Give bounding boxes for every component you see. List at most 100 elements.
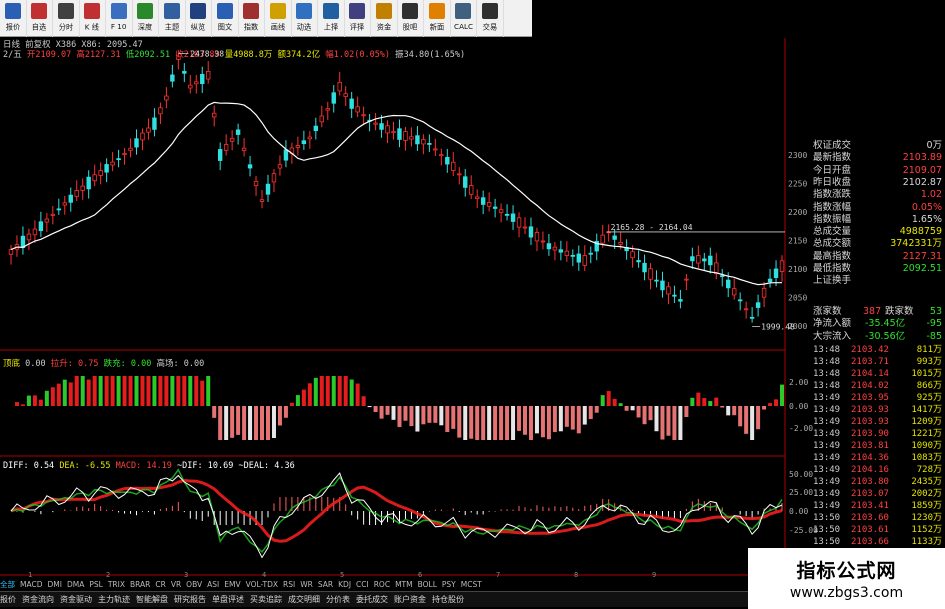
bottom-tab[interactable]: 智能解盘: [136, 594, 168, 605]
candle: [528, 217, 534, 245]
indicator-tab[interactable]: MTM: [395, 580, 413, 589]
sub1-bar: [732, 406, 737, 416]
sub1-bar: [62, 379, 67, 406]
indicator-tab[interactable]: BRAR: [130, 580, 150, 589]
indicator-tab[interactable]: TRIX: [108, 580, 125, 589]
tick-row: 13:48 2103.42 811万: [813, 344, 945, 356]
candle: [307, 130, 313, 149]
indicator-tab[interactable]: ROC: [374, 580, 390, 589]
candle: [343, 86, 348, 106]
indicator-tab[interactable]: ASI: [207, 580, 219, 589]
indicator-tab[interactable]: RSI: [283, 580, 295, 589]
bottom-tab[interactable]: 成交明细: [288, 594, 320, 605]
info-row: 总成交量 4988759: [813, 226, 945, 238]
candle: [534, 227, 540, 252]
candle: [672, 285, 677, 303]
tick-row: 13:49 2103.80 2435万: [813, 476, 945, 488]
candle: [122, 148, 127, 165]
candle: [361, 106, 366, 125]
candle: [397, 119, 402, 148]
macd-tick: 25.00: [789, 488, 813, 497]
indicator-tab[interactable]: OBV: [186, 580, 202, 589]
bottom-tab[interactable]: 报价: [0, 594, 16, 605]
indicator-tab[interactable]: CCI: [356, 580, 369, 589]
candle: [678, 289, 683, 309]
info-row: 上证换手: [813, 275, 945, 287]
sub1-bar: [343, 376, 348, 406]
candle: [259, 189, 265, 209]
sub1-bar: [44, 390, 49, 406]
macd-tick: 50.00: [789, 470, 813, 479]
breadth-updown-label2: 跌家数: [885, 305, 914, 317]
candle: [295, 136, 301, 156]
sub1-bar: [738, 406, 743, 427]
stock-chart[interactable]: 23002250220021502100205020002478.382165.…: [0, 0, 945, 609]
indicator-tab[interactable]: DMA: [67, 580, 84, 589]
candle: [217, 142, 223, 171]
candle: [576, 245, 581, 271]
bottom-function-tabs[interactable]: 报价 资金流向 资金驱动 主力轨迹 智能解盘 研究报告 单盘评述 买卖追踪 成交明细 分价表 委托成…: [0, 591, 760, 607]
tick-row: 13:48 2103.71 993万: [813, 356, 945, 368]
indicator-tab[interactable]: KDJ: [338, 580, 351, 589]
sub1-bar: [224, 406, 229, 440]
tick-time: 13:48: [813, 356, 841, 367]
sub1-bar: [499, 406, 504, 440]
indicator-tab[interactable]: WR: [300, 580, 313, 589]
sub1-bar: [487, 406, 492, 440]
sub1-bar: [678, 406, 683, 440]
breadth-updown: 涨家数 387 跌家数 53: [813, 306, 945, 318]
candle: [26, 228, 32, 251]
candle: [50, 205, 56, 225]
bottom-tab[interactable]: 研究报告: [174, 594, 206, 605]
indicator-tabs[interactable]: 全部 MACD DMI DMA PSL TRIX BRAR CR VR OBV ASI EMV VOL-…: [0, 579, 760, 590]
tick-volume: 1152万: [911, 524, 942, 535]
bottom-tab[interactable]: 买卖追踪: [250, 594, 282, 605]
indicator-tab[interactable]: 全部: [0, 580, 15, 589]
bottom-tab[interactable]: 账户资金: [394, 594, 426, 605]
indicator-tab[interactable]: MACD: [20, 580, 42, 589]
sub1-bar: [325, 376, 330, 406]
bottom-tab[interactable]: 资金流向: [22, 594, 54, 605]
info-value: 1.02: [920, 189, 942, 201]
sub1-bar: [409, 406, 414, 427]
watermark: 指标公式网 www.zbgs3.com: [748, 548, 945, 609]
indicator-tab[interactable]: CR: [155, 580, 165, 589]
indicator-tab[interactable]: VR: [171, 580, 181, 589]
sub1-bar: [708, 401, 713, 406]
bottom-tab[interactable]: 主力轨迹: [98, 594, 130, 605]
info-label: 最低指数: [813, 263, 852, 274]
sub1-bar: [720, 406, 725, 408]
candle: [271, 169, 277, 193]
tick-row: 13:49 2103.81 1090万: [813, 440, 945, 452]
sub1-bar: [433, 406, 438, 423]
sub1-bar: [648, 406, 653, 421]
info-row: 最低指数 2092.51: [813, 263, 945, 275]
indicator-tab[interactable]: DMI: [47, 580, 61, 589]
sub1-bar: [283, 406, 288, 418]
sub1-bar: [152, 376, 157, 406]
candle: [421, 134, 426, 155]
tick-price: 2103.90: [851, 428, 889, 439]
indicator-tab[interactable]: EMV: [224, 580, 240, 589]
indicator-tab[interactable]: BOLL: [418, 580, 437, 589]
indicator-tab[interactable]: PSY: [442, 580, 456, 589]
bottom-tab[interactable]: 单盘评述: [212, 594, 244, 605]
bottom-tab[interactable]: 委托成交: [356, 594, 388, 605]
bottom-tab[interactable]: 分价表: [326, 594, 350, 605]
indicator-tab[interactable]: SAR: [318, 580, 333, 589]
candle: [660, 271, 665, 298]
sub1-bar: [672, 406, 677, 440]
candle: [588, 246, 593, 264]
candle: [737, 292, 743, 311]
bottom-tab[interactable]: 资金驱动: [60, 594, 92, 605]
info-row: 昨日收盘 2102.87: [813, 177, 945, 189]
sub1-bar: [642, 406, 647, 425]
indicator-tab[interactable]: MCST: [461, 580, 482, 589]
indicator-tab[interactable]: VOL-TDX: [246, 580, 278, 589]
indicator-tab[interactable]: PSL: [89, 580, 102, 589]
sub1-bar: [212, 406, 217, 418]
price-tick: 2100: [788, 265, 807, 274]
bottom-tab[interactable]: 持仓股份: [432, 594, 464, 605]
watermark-url: www.zbgs3.com: [789, 585, 904, 601]
tick-row: 13:49 2103.93 1209万: [813, 416, 945, 428]
